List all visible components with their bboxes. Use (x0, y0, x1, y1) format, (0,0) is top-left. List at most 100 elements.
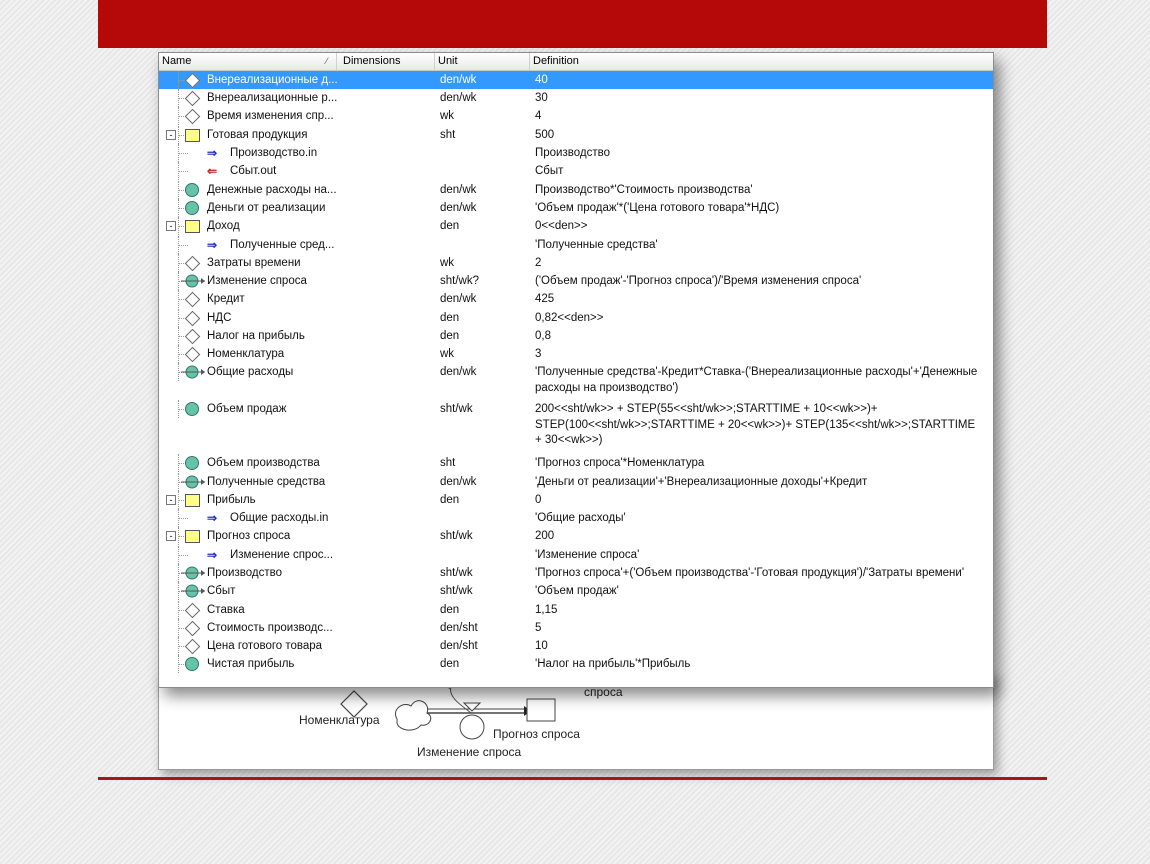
list-row[interactable]: ⇒ Общие расходы.in 'Общие расходы' (159, 509, 993, 527)
list-row[interactable]: ⇒ Полученные сред... 'Полученные средства' (159, 236, 993, 254)
variable-unit: den/wk (440, 366, 477, 378)
variable-name: Затраты времени (207, 257, 301, 269)
list-row[interactable]: - Прогноз спроса sht/wk 200 (159, 527, 993, 546)
variable-unit: den/wk (440, 293, 477, 305)
list-row[interactable]: Налог на прибыль den 0,8 (159, 327, 993, 345)
list-row[interactable]: ⇐ Сбыт.out Сбыт (159, 162, 993, 181)
list-row[interactable]: ⇒ Изменение спрос... 'Изменение спроса' (159, 546, 993, 564)
equations-list-window: Name ⁄ Dimensions Unit Definition Внереа… (158, 52, 994, 688)
collapse-toggle-icon[interactable]: - (166, 495, 176, 505)
tree-connector (159, 454, 207, 472)
list-row[interactable]: Денежные расходы на... den/wk Производство… (159, 181, 993, 199)
variable-name: Изменение спрос... (230, 549, 334, 561)
variable-definition: 'Прогноз спроса'*Номенклатура (535, 457, 705, 469)
list-row[interactable]: - Прибыль den 0 (159, 491, 993, 509)
column-header-name[interactable]: Name (159, 53, 337, 70)
flow-icon (181, 274, 205, 288)
collapse-toggle-icon[interactable]: - (166, 531, 176, 541)
variable-name: Изменение спроса (207, 275, 307, 287)
tree-connector (159, 400, 207, 418)
variable-definition: 'Прогноз спроса'+('Объем производства'-'… (535, 567, 965, 579)
variable-name: Внереализационные д... (207, 74, 338, 86)
tree-connector (159, 144, 207, 162)
variable-name: Номенклатура (207, 348, 285, 360)
diagram-label-nomenclature: Номенклатура (299, 713, 380, 727)
column-header-dimensions[interactable]: Dimensions (340, 53, 435, 70)
list-row[interactable]: Внереализационные р... den/wk 30 (159, 89, 993, 107)
variable-name: Объем продаж (207, 403, 287, 415)
variable-unit: den (440, 604, 460, 616)
list-row[interactable]: Стоимость производс... den/sht 5 (159, 619, 993, 637)
circle-icon (185, 183, 199, 197)
variable-definition: 30 (535, 92, 548, 104)
list-row[interactable]: НДС den 0,82<<den>> (159, 309, 993, 327)
list-row[interactable]: Внереализационные д... den/wk 40 (159, 71, 993, 89)
column-header-unit[interactable]: Unit (435, 53, 530, 70)
tree-connector (159, 546, 207, 564)
list-row[interactable]: ⇒ Производство.in Производство (159, 144, 993, 162)
list-row[interactable]: - Готовая продукция sht 500 (159, 126, 993, 144)
variable-unit: sht/wk (440, 567, 473, 579)
variable-name: Готовая продукция (207, 129, 308, 141)
variable-definition: 0<<den>> (535, 220, 588, 232)
variable-definition: Производство*'Стоимость производства' (535, 184, 753, 196)
list-row[interactable]: Кредит den/wk 425 (159, 290, 993, 309)
list-row[interactable]: Деньги от реализации den/wk 'Объем продаж'… (159, 199, 993, 217)
variable-name: Прогноз спроса (207, 530, 291, 542)
collapse-toggle-icon[interactable]: - (166, 130, 176, 140)
slide-header-bar (98, 0, 1047, 48)
variable-definition: Сбыт (535, 165, 564, 177)
list-row[interactable]: Общие расходы den/wk 'Полученные средства'… (159, 363, 993, 398)
variable-unit: den/sht (440, 622, 478, 634)
list-row[interactable]: Полученные средства den/wk 'Деньги от реал… (159, 473, 993, 491)
list-row[interactable]: Затраты времени wk 2 (159, 254, 993, 272)
variable-definition: ('Объем продаж'-'Прогноз спроса')/'Время… (535, 275, 862, 287)
list-row[interactable]: Сбыт sht/wk 'Объем продаж' (159, 582, 993, 601)
variable-unit: den/wk (440, 92, 477, 104)
variable-name: Прибыль (207, 494, 256, 506)
variable-name: Кредит (207, 293, 245, 305)
variable-unit: den (440, 330, 460, 342)
variable-definition: 'Деньги от реализации'+'Внереализационны… (535, 476, 868, 488)
variable-name: Время изменения спр... (207, 110, 334, 122)
list-row[interactable]: Цена готового товара den/sht 10 (159, 637, 993, 655)
variable-name: Объем производства (207, 457, 320, 469)
list-row[interactable]: Чистая прибыль den 'Налог на прибыль'*Приб… (159, 655, 993, 673)
list-row[interactable]: Изменение спроса sht/wk? ('Объем продаж'-'… (159, 272, 993, 290)
variable-definition: 'Объем продаж'*('Цена готового товара'*Н… (535, 202, 780, 214)
collapse-toggle-icon[interactable]: - (166, 221, 176, 231)
variable-definition: 'Полученные средства' (535, 239, 658, 251)
variable-name: Стоимость производс... (207, 622, 333, 634)
stock-icon (185, 129, 200, 142)
variable-definition: 0,82<<den>> (535, 312, 604, 324)
column-header-definition[interactable]: Definition (530, 53, 993, 70)
variable-definition: 200 (535, 530, 555, 542)
slide-footer-rule (98, 777, 1047, 780)
variable-unit: den (440, 658, 460, 670)
circle-icon (185, 201, 199, 215)
variable-unit: wk (440, 348, 455, 360)
list-row[interactable]: Номенклатура wk 3 (159, 345, 993, 363)
list-row[interactable]: Производство sht/wk 'Прогноз спроса'+('Объ… (159, 564, 993, 582)
tree-connector (159, 162, 207, 180)
inflow-icon: ⇒ (207, 548, 218, 562)
variable-definition: 40 (535, 74, 548, 86)
tree-connector (159, 655, 207, 673)
variable-name: Деньги от реализации (207, 202, 326, 214)
circle-icon (185, 657, 199, 671)
list-row[interactable]: - Доход den 0<<den>> (159, 217, 993, 236)
variable-unit: sht/wk (440, 585, 473, 597)
variable-definition: 'Объем продаж' (535, 585, 619, 597)
list-row[interactable]: Ставка den 1,15 (159, 601, 993, 619)
variable-definition: 'Полученные средства'-Кредит*Ставка-('Вн… (535, 366, 978, 394)
variable-name: Налог на прибыль (207, 330, 305, 342)
variable-definition: 'Изменение спроса' (535, 549, 640, 561)
list-row[interactable]: Время изменения спр... wk 4 (159, 107, 993, 126)
variable-definition: 2 (535, 257, 542, 269)
list-row[interactable]: Объем производства sht 'Прогноз спроса'*Но… (159, 454, 993, 473)
variable-unit: den (440, 220, 460, 232)
list-row[interactable]: Объем продаж sht/wk 200<<sht/wk>> + STEP(5… (159, 400, 993, 452)
inflow-icon: ⇒ (207, 238, 218, 252)
diagram-label-forecast: Прогноз спроса (493, 727, 580, 741)
variable-unit: sht/wk (440, 403, 473, 415)
